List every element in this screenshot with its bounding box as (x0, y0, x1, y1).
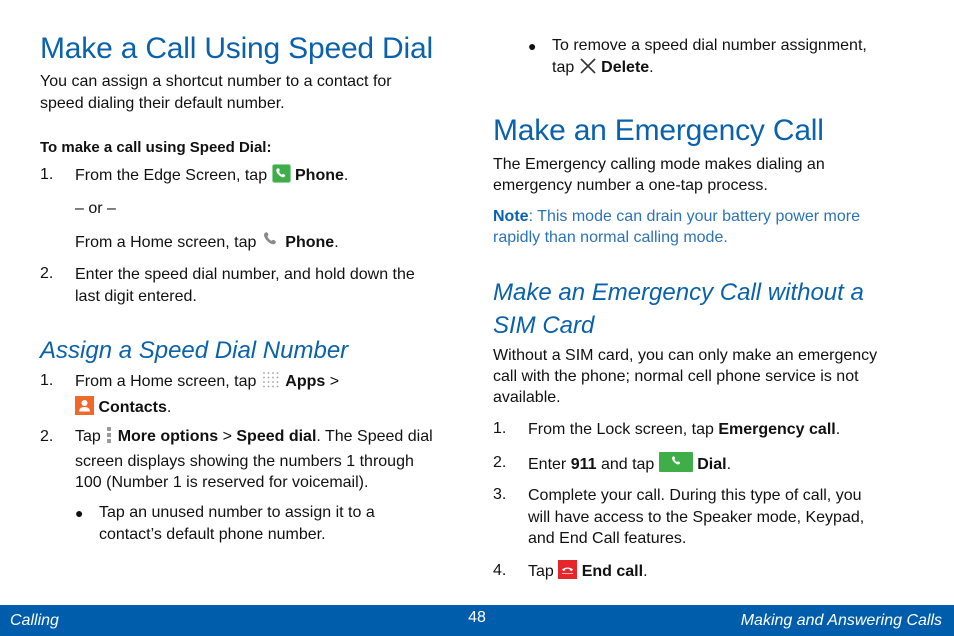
section-title-emergency: Make an Emergency Call (493, 114, 824, 147)
speed-dial-intro-line-2: speed dialing their default number. (40, 95, 285, 112)
step-number: 3. (493, 486, 507, 503)
emergency-intro-line-1: The Emergency calling mode makes dialing… (493, 156, 825, 173)
step-number: 4. (493, 562, 507, 579)
step-number: 2. (40, 265, 54, 282)
step-number: 1. (493, 420, 507, 437)
step-number: 2. (493, 454, 507, 471)
step-number: 1. (40, 166, 54, 183)
step-speed-dial-menu: Tap More options > Speed dial. The Speed… (75, 426, 433, 491)
emergency-intro-line-2: emergency number a one-tap process. (493, 177, 768, 194)
subsection-title-no-sim: Make an Emergency Call without a SIM Car… (493, 279, 864, 339)
bullet-dot: ● (528, 38, 537, 54)
delete-label: Delete (601, 58, 650, 76)
emergency-call-label: Emergency call (718, 421, 836, 438)
step-complete-call: Complete your call. During this type of … (528, 487, 865, 547)
or-separator: – or – (75, 200, 116, 217)
end-call-label: End call (581, 563, 644, 580)
bullet-dot: ● (75, 505, 84, 521)
bullet-assign-number: Tap an unused number to assign it to a c… (99, 504, 375, 543)
speed-dial-intro-line-1: You can assign a shortcut number to a co… (40, 73, 392, 90)
step-enter-speed-dial: Enter the speed dial number, and hold do… (75, 266, 415, 305)
speed-dial-label: Speed dial (236, 428, 317, 445)
contacts-label: Contacts (98, 398, 167, 416)
procedure-heading: To make a call using Speed Dial: (40, 139, 272, 156)
section-title-speed-dial: Make a Call Using Speed Dial (40, 32, 433, 65)
footer-section: Making and Answering Calls (740, 612, 942, 629)
phone-app-label: Phone (295, 167, 344, 184)
more-options-label: More options (117, 428, 219, 445)
delete-x-icon (579, 57, 597, 82)
note-label: Note (493, 208, 529, 225)
subsection-title-assign: Assign a Speed Dial Number (40, 337, 349, 364)
dial-label: Dial (697, 456, 727, 473)
step-number: 2. (40, 428, 54, 445)
apps-grid-icon (261, 371, 281, 396)
bullet-remove-assignment: To remove a speed dial number assignment… (552, 35, 867, 81)
edge-phone-icon (271, 164, 291, 190)
dial-button-icon (658, 452, 693, 479)
step-edge-phone: From the Edge Screen, tap Phone. (75, 164, 348, 190)
no-sim-intro: Without a SIM card, you can only make an… (493, 347, 878, 406)
phone-app-label: Phone (285, 234, 335, 251)
step-home-phone: From a Home screen, tap Phone. (75, 230, 339, 257)
step-emergency-call: From the Lock screen, tap Emergency call… (528, 421, 841, 438)
end-call-icon (558, 560, 578, 586)
phone-handset-icon (261, 230, 281, 257)
step-dial-911: Enter 911 and tap Dial. (528, 452, 731, 479)
contacts-icon (75, 395, 94, 422)
more-options-icon (105, 426, 113, 451)
step-end-call: Tap End call. (528, 560, 648, 586)
step-number: 1. (40, 372, 54, 389)
step-open-contacts: From a Home screen, tap Apps > Contacts. (75, 371, 339, 421)
battery-note: Note: This mode can drain your battery p… (493, 208, 860, 246)
apps-label: Apps (285, 373, 326, 390)
page-footer: Calling 48 Making and Answering Calls (0, 605, 954, 636)
